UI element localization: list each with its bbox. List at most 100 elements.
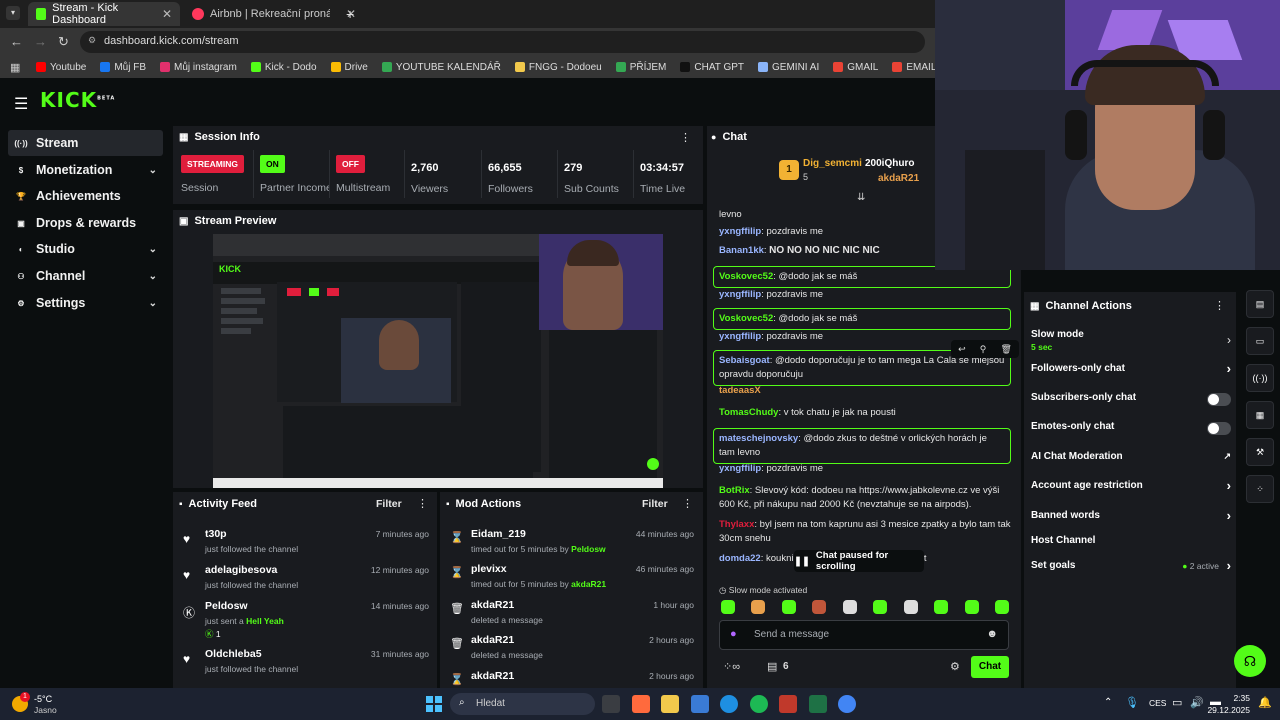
url-field[interactable]: ⚙ dashboard.kick.com/stream — [80, 31, 925, 53]
channel-action-subscribers-only-chat[interactable]: Subscribers-only chat — [1031, 392, 1231, 408]
chat-username[interactable]: yxngffilip — [719, 331, 761, 342]
mod-target-username[interactable]: plevixx — [471, 563, 507, 575]
file-explorer-icon[interactable] — [661, 695, 679, 713]
broadcast-icon[interactable]: ((·)) — [1246, 364, 1274, 392]
channel-action-account-age-restriction[interactable]: Account age restriction › — [1031, 478, 1231, 496]
channel-action-host-channel[interactable]: Host Channel — [1031, 535, 1231, 551]
chat-message[interactable]: yxngffilip: pozdravis me — [713, 288, 1011, 302]
reply-icon[interactable]: ↩ — [958, 344, 966, 355]
notification-bell-icon[interactable]: 🔔 — [1258, 696, 1272, 709]
spotify-icon[interactable] — [749, 695, 768, 713]
chat-message[interactable]: Voskovec52: @dodo jak se máš — [713, 308, 1011, 330]
chat-username[interactable]: domda22 — [719, 553, 761, 564]
bookmark-item[interactable]: Můj FB — [100, 62, 146, 73]
emote-icon[interactable] — [721, 600, 735, 614]
clock-time[interactable]: 2:35 — [1214, 693, 1250, 703]
sidebar-item-channel[interactable]: ⚇ Channel ⌄ — [8, 263, 163, 289]
copilot-icon[interactable] — [631, 695, 650, 713]
emote-icon[interactable] — [812, 600, 827, 614]
chat-message[interactable]: Thylaxx: byl jsem na tom kaprunu asi 3 m… — [713, 518, 1011, 546]
send-chat-button[interactable]: Chat — [971, 656, 1009, 678]
chat-username[interactable]: mateschejnovsky — [719, 433, 798, 444]
chat-username[interactable]: yxngffilip — [719, 463, 761, 474]
trash-icon[interactable]: 🗑 — [1000, 344, 1011, 355]
channel-action-set-goals[interactable]: Set goals › ● 2 active — [1031, 558, 1231, 576]
mod-filter-button[interactable]: Filter — [642, 498, 668, 510]
top-gifter-name[interactable]: Dig_semcmi — [803, 158, 862, 169]
chat-username[interactable]: Thylaxx — [719, 519, 754, 530]
activity-username[interactable]: adelagibesova — [205, 564, 277, 576]
close-tab-icon[interactable]: ✕ — [162, 7, 172, 21]
chat-message[interactable]: TomasChudy: v tok chatu je jak na pousti — [713, 406, 1011, 420]
bookmark-item[interactable]: GMAIL — [833, 62, 878, 73]
channel-action-banned-words[interactable]: Banned words › — [1031, 508, 1231, 526]
reload-icon[interactable]: ↻ — [58, 34, 69, 50]
task-view-icon[interactable] — [602, 695, 620, 713]
expand-icon[interactable]: ⇊ — [857, 192, 865, 203]
emote-icon[interactable] — [994, 600, 1009, 614]
emote-icon[interactable] — [934, 600, 949, 614]
emote-icon[interactable] — [781, 600, 796, 614]
emote-icon[interactable] — [751, 600, 766, 614]
chat-icon[interactable]: ▭ — [1246, 327, 1274, 355]
activity-username[interactable]: Oldchleba5 — [205, 648, 262, 660]
bookmark-item[interactable]: EMAIL — [892, 62, 935, 73]
doc-icon[interactable]: ▤ — [1246, 290, 1274, 318]
bookmark-item[interactable]: YOUTUBE KALENDÁŘ — [381, 62, 501, 73]
chat-username[interactable]: Banan1kk — [719, 245, 764, 256]
chat-paused-banner[interactable]: ❚❚ Chat paused for scrolling — [794, 550, 924, 572]
gifter-3-name[interactable]: akdaR21 — [878, 173, 919, 184]
new-tab-button[interactable]: + — [346, 6, 354, 22]
moderator-name[interactable]: akdaR21 — [571, 579, 606, 589]
chat-username[interactable]: Voskovec52 — [719, 271, 773, 282]
channel-action-emotes-only-chat[interactable]: Emotes-only chat — [1031, 421, 1231, 437]
app-icon[interactable] — [779, 695, 797, 713]
chat-username[interactable]: Sebaisgoat — [719, 355, 770, 366]
more-options-icon[interactable]: ⋮ — [1214, 299, 1225, 312]
points-icon[interactable]: ⁘ — [1246, 475, 1274, 503]
sidebar-item-achievements[interactable]: 🏆 Achievements — [8, 183, 163, 209]
emote-icon[interactable] — [903, 600, 918, 614]
bookmark-item[interactable]: Můj instagram — [160, 62, 237, 73]
forward-icon[interactable]: → — [34, 34, 47, 49]
sidebar-item-studio[interactable]: ◐ Studio ⌄ — [8, 236, 163, 262]
more-options-icon[interactable]: ⋮ — [682, 497, 693, 510]
sidebar-item-drops-rewards[interactable]: ▣ Drops & rewards — [8, 210, 163, 236]
chat-username[interactable]: yxngffilip — [719, 289, 761, 300]
chat-username[interactable]: yxngffilip — [719, 226, 761, 237]
tools-icon[interactable]: ⚒ — [1246, 438, 1274, 466]
outlook-icon[interactable] — [690, 695, 709, 713]
apps-grid-icon[interactable]: ▦ — [10, 61, 20, 74]
edge-icon[interactable] — [720, 695, 738, 713]
back-icon[interactable]: ← — [10, 34, 23, 49]
mod-target-username[interactable]: Eidam_219 — [471, 528, 526, 540]
more-options-icon[interactable]: ⋮ — [680, 131, 691, 144]
tray-chevron-icon[interactable]: ⌃ — [1104, 697, 1112, 708]
mod-target-username[interactable]: akdaR21 — [471, 599, 514, 611]
chrome-icon[interactable] — [838, 695, 856, 713]
emote-icon[interactable] — [964, 600, 979, 614]
sidebar-item-monetization[interactable]: $ Monetization ⌄ — [8, 157, 163, 183]
mod-target-username[interactable]: akdaR21 — [471, 670, 514, 682]
emote-icon[interactable] — [842, 600, 857, 614]
mod-target-username[interactable]: akdaR21 — [471, 634, 514, 646]
microphone-icon[interactable]: ● — [730, 628, 737, 640]
taskbar-search[interactable]: ⌕ Hledat — [450, 693, 595, 715]
windows-start-icon[interactable] — [426, 696, 442, 712]
tab-airbnb[interactable]: Airbnb | Rekreační pronájmy, ch ✕ — [184, 2, 364, 26]
bookmark-item[interactable]: CHAT GPT — [680, 62, 744, 73]
chat-settings-icon[interactable]: ⚙ — [950, 660, 960, 673]
slow-mode-row[interactable]: Slow mode 5 sec › — [1031, 329, 1231, 352]
site-info-icon[interactable]: ⚙ — [88, 35, 96, 46]
tab-menu-icon[interactable]: ▾ — [6, 6, 20, 20]
stream-preview-video[interactable]: KICK — [213, 234, 663, 488]
chat-username[interactable]: TomasChudy — [719, 407, 778, 418]
chat-input[interactable]: ● Send a message ☻ — [719, 620, 1009, 650]
points-icon[interactable]: ⁘∞ — [723, 660, 740, 673]
emoji-icon[interactable]: ☻ — [986, 628, 998, 640]
clock-date[interactable]: 29.12.2025 — [1194, 705, 1250, 715]
chat-username[interactable]: BotRix — [719, 485, 750, 496]
chat-message[interactable]: tadeaasX — [713, 384, 1011, 398]
bookmark-item[interactable]: Kick - Dodo — [250, 62, 317, 73]
pin-icon[interactable]: ⚲ — [980, 344, 987, 355]
